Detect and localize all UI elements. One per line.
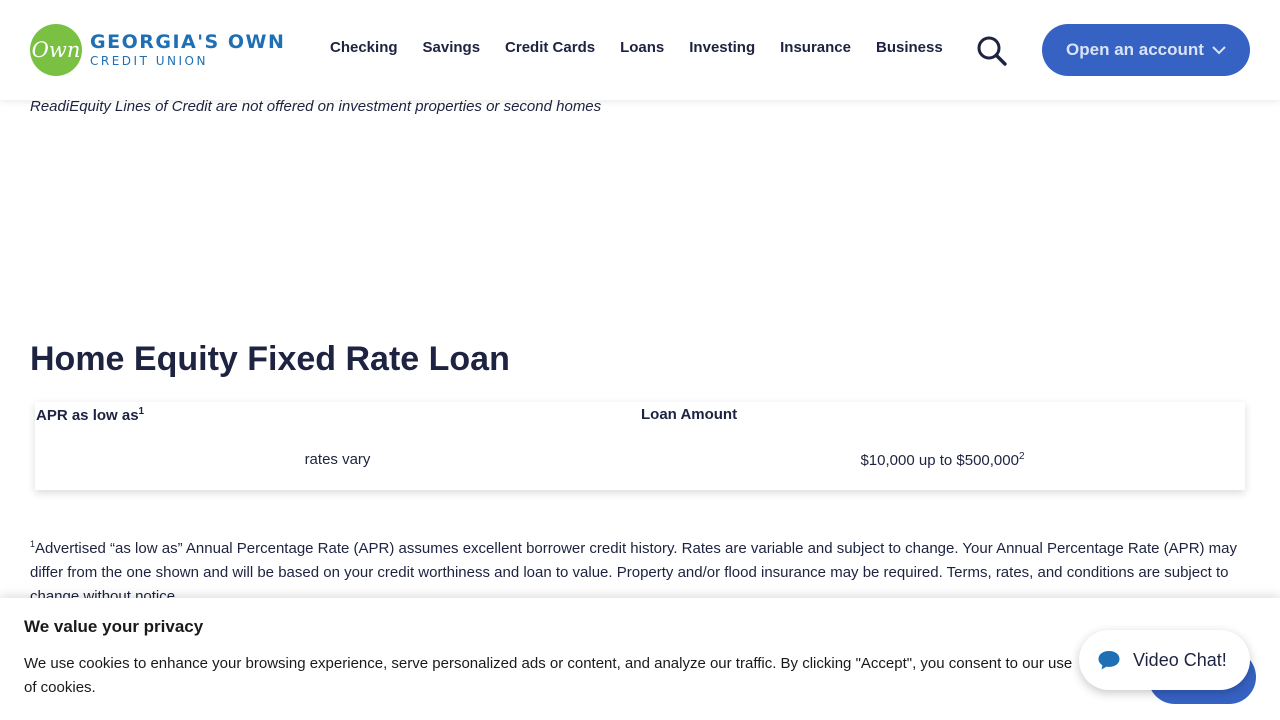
open-account-button[interactable]: Open an account <box>1042 24 1250 76</box>
footnote-text: Advertised “as low as” Annual Percentage… <box>30 540 1238 605</box>
loan-amount-footnote-marker[interactable]: 2 <box>1019 451 1025 462</box>
open-account-label: Open an account <box>1066 40 1204 59</box>
nav-checking[interactable]: Checking <box>330 39 398 56</box>
rate-table: APR as low as1 Loan Amount rates vary $1… <box>35 402 1245 490</box>
apr-header-label: APR as low as <box>36 407 139 424</box>
logo-name: GEORGIA'S OWN <box>90 31 286 53</box>
privacy-title: We value your privacy <box>24 617 204 636</box>
logo-subtitle: CREDIT UNION <box>90 54 208 68</box>
logo-mark: Own <box>30 24 82 76</box>
nav-savings[interactable]: Savings <box>423 39 481 56</box>
chevron-down-icon <box>1212 46 1226 55</box>
nav-insurance[interactable]: Insurance <box>780 39 851 56</box>
nav-loans[interactable]: Loans <box>620 39 664 56</box>
video-chat-bubble[interactable]: Video Chat! <box>1079 630 1250 690</box>
loan-amount-header: Loan Amount <box>641 406 738 423</box>
apr-header: APR as low as1 <box>36 406 144 424</box>
loan-amount-value: $10,000 up to $500,0002 <box>640 451 1245 469</box>
search-icon[interactable] <box>976 35 1008 67</box>
logo[interactable]: Own GEORGIA'S OWN CREDIT UNION <box>30 24 285 76</box>
video-chat-label: Video Chat! <box>1133 649 1227 670</box>
main-nav: Checking Savings Credit Cards Loans Inve… <box>330 39 968 56</box>
equity-note: ReadiEquity Lines of Credit are not offe… <box>30 98 602 115</box>
nav-business[interactable]: Business <box>876 39 943 56</box>
site-header: Own GEORGIA'S OWN CREDIT UNION Checking … <box>0 0 1280 100</box>
apr-footnote-marker[interactable]: 1 <box>139 406 145 417</box>
loan-amount-text: $10,000 up to $500,000 <box>860 452 1019 469</box>
section-title: Home Equity Fixed Rate Loan <box>30 340 510 378</box>
nav-investing[interactable]: Investing <box>689 39 755 56</box>
nav-credit-cards[interactable]: Credit Cards <box>505 39 595 56</box>
chat-bubble-icon <box>1098 651 1120 670</box>
privacy-text: We use cookies to enhance your browsing … <box>24 655 1073 696</box>
apr-value: rates vary <box>304 451 371 468</box>
logo-wordmark: GEORGIA'S OWN CREDIT UNION <box>90 31 286 68</box>
